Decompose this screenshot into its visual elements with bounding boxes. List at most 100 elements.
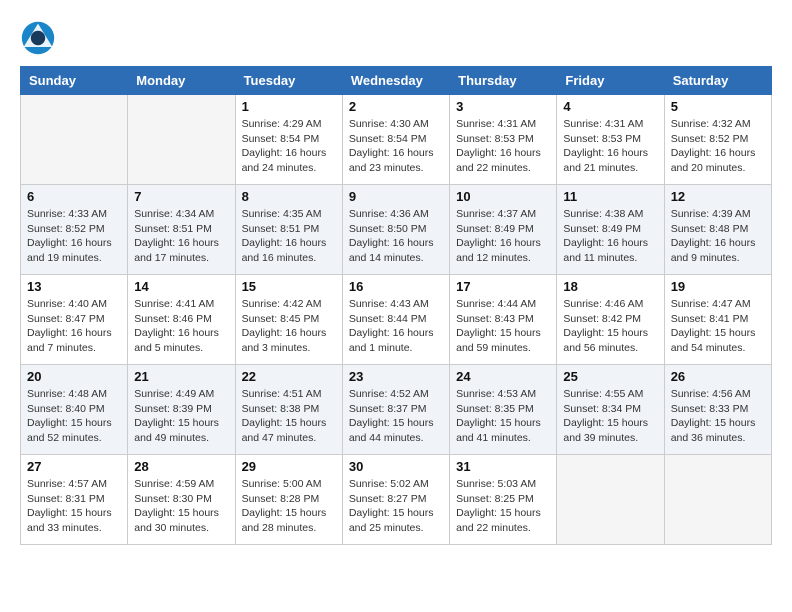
day-cell: 24 Sunrise: 4:53 AM Sunset: 8:35 PM Dayli…	[450, 365, 557, 455]
day-info: Sunrise: 4:41 AM Sunset: 8:46 PM Dayligh…	[134, 297, 228, 356]
day-number: 25	[563, 369, 657, 384]
day-info: Sunrise: 4:59 AM Sunset: 8:30 PM Dayligh…	[134, 477, 228, 536]
day-cell: 28 Sunrise: 4:59 AM Sunset: 8:30 PM Dayli…	[128, 455, 235, 545]
day-number: 29	[242, 459, 336, 474]
day-info: Sunrise: 4:46 AM Sunset: 8:42 PM Dayligh…	[563, 297, 657, 356]
weekday-header-monday: Monday	[128, 67, 235, 95]
day-cell: 27 Sunrise: 4:57 AM Sunset: 8:31 PM Dayli…	[21, 455, 128, 545]
day-info: Sunrise: 5:02 AM Sunset: 8:27 PM Dayligh…	[349, 477, 443, 536]
week-row-4: 20 Sunrise: 4:48 AM Sunset: 8:40 PM Dayli…	[21, 365, 772, 455]
day-cell: 31 Sunrise: 5:03 AM Sunset: 8:25 PM Dayli…	[450, 455, 557, 545]
day-info: Sunrise: 4:52 AM Sunset: 8:37 PM Dayligh…	[349, 387, 443, 446]
day-number: 13	[27, 279, 121, 294]
page-header	[20, 20, 772, 56]
week-row-1: 1Sunrise: 4:29 AM Sunset: 8:54 PM Daylig…	[21, 95, 772, 185]
day-number: 28	[134, 459, 228, 474]
day-number: 8	[242, 189, 336, 204]
day-info: Sunrise: 4:44 AM Sunset: 8:43 PM Dayligh…	[456, 297, 550, 356]
day-number: 3	[456, 99, 550, 114]
day-number: 17	[456, 279, 550, 294]
day-info: Sunrise: 4:47 AM Sunset: 8:41 PM Dayligh…	[671, 297, 765, 356]
day-cell: 22 Sunrise: 4:51 AM Sunset: 8:38 PM Dayli…	[235, 365, 342, 455]
day-number: 21	[134, 369, 228, 384]
day-info: Sunrise: 4:34 AM Sunset: 8:51 PM Dayligh…	[134, 207, 228, 266]
day-cell: 16 Sunrise: 4:43 AM Sunset: 8:44 PM Dayli…	[342, 275, 449, 365]
day-info: Sunrise: 4:39 AM Sunset: 8:48 PM Dayligh…	[671, 207, 765, 266]
day-cell: 12Sunrise: 4:39 AM Sunset: 8:48 PM Dayli…	[664, 185, 771, 275]
day-cell: 7 Sunrise: 4:34 AM Sunset: 8:51 PM Daylig…	[128, 185, 235, 275]
day-info: Sunrise: 4:53 AM Sunset: 8:35 PM Dayligh…	[456, 387, 550, 446]
day-cell: 6 Sunrise: 4:33 AM Sunset: 8:52 PM Daylig…	[21, 185, 128, 275]
day-info: Sunrise: 5:03 AM Sunset: 8:25 PM Dayligh…	[456, 477, 550, 536]
day-number: 4	[563, 99, 657, 114]
weekday-header-saturday: Saturday	[664, 67, 771, 95]
day-number: 5	[671, 99, 765, 114]
day-info: Sunrise: 4:32 AM Sunset: 8:52 PM Dayligh…	[671, 117, 765, 176]
week-row-2: 6 Sunrise: 4:33 AM Sunset: 8:52 PM Daylig…	[21, 185, 772, 275]
weekday-header-wednesday: Wednesday	[342, 67, 449, 95]
week-row-3: 13Sunrise: 4:40 AM Sunset: 8:47 PM Dayli…	[21, 275, 772, 365]
day-number: 6	[27, 189, 121, 204]
day-number: 27	[27, 459, 121, 474]
logo-icon	[20, 20, 56, 56]
calendar-table: SundayMondayTuesdayWednesdayThursdayFrid…	[20, 66, 772, 545]
day-number: 30	[349, 459, 443, 474]
day-number: 24	[456, 369, 550, 384]
day-info: Sunrise: 4:31 AM Sunset: 8:53 PM Dayligh…	[456, 117, 550, 176]
day-cell: 30 Sunrise: 5:02 AM Sunset: 8:27 PM Dayli…	[342, 455, 449, 545]
day-cell: 1Sunrise: 4:29 AM Sunset: 8:54 PM Daylig…	[235, 95, 342, 185]
day-cell: 3 Sunrise: 4:31 AM Sunset: 8:53 PM Daylig…	[450, 95, 557, 185]
day-cell: 11Sunrise: 4:38 AM Sunset: 8:49 PM Dayli…	[557, 185, 664, 275]
day-cell: 4 Sunrise: 4:31 AM Sunset: 8:53 PM Daylig…	[557, 95, 664, 185]
day-info: Sunrise: 4:43 AM Sunset: 8:44 PM Dayligh…	[349, 297, 443, 356]
day-number: 9	[349, 189, 443, 204]
day-number: 16	[349, 279, 443, 294]
day-info: Sunrise: 4:49 AM Sunset: 8:39 PM Dayligh…	[134, 387, 228, 446]
day-number: 2	[349, 99, 443, 114]
day-cell: 15 Sunrise: 4:42 AM Sunset: 8:45 PM Dayli…	[235, 275, 342, 365]
weekday-header-friday: Friday	[557, 67, 664, 95]
week-row-5: 27 Sunrise: 4:57 AM Sunset: 8:31 PM Dayli…	[21, 455, 772, 545]
day-cell: 10Sunrise: 4:37 AM Sunset: 8:49 PM Dayli…	[450, 185, 557, 275]
day-info: Sunrise: 4:30 AM Sunset: 8:54 PM Dayligh…	[349, 117, 443, 176]
day-cell	[664, 455, 771, 545]
weekday-header-sunday: Sunday	[21, 67, 128, 95]
day-cell: 25 Sunrise: 4:55 AM Sunset: 8:34 PM Dayli…	[557, 365, 664, 455]
day-number: 22	[242, 369, 336, 384]
day-cell: 21 Sunrise: 4:49 AM Sunset: 8:39 PM Dayli…	[128, 365, 235, 455]
day-cell: 9Sunrise: 4:36 AM Sunset: 8:50 PM Daylig…	[342, 185, 449, 275]
day-info: Sunrise: 4:38 AM Sunset: 8:49 PM Dayligh…	[563, 207, 657, 266]
day-info: Sunrise: 4:42 AM Sunset: 8:45 PM Dayligh…	[242, 297, 336, 356]
day-info: Sunrise: 4:48 AM Sunset: 8:40 PM Dayligh…	[27, 387, 121, 446]
weekday-header-thursday: Thursday	[450, 67, 557, 95]
day-number: 7	[134, 189, 228, 204]
day-cell	[557, 455, 664, 545]
day-cell: 26 Sunrise: 4:56 AM Sunset: 8:33 PM Dayli…	[664, 365, 771, 455]
day-number: 15	[242, 279, 336, 294]
day-number: 14	[134, 279, 228, 294]
day-number: 26	[671, 369, 765, 384]
day-info: Sunrise: 4:33 AM Sunset: 8:52 PM Dayligh…	[27, 207, 121, 266]
day-cell: 23 Sunrise: 4:52 AM Sunset: 8:37 PM Dayli…	[342, 365, 449, 455]
weekday-header-tuesday: Tuesday	[235, 67, 342, 95]
day-info: Sunrise: 4:31 AM Sunset: 8:53 PM Dayligh…	[563, 117, 657, 176]
day-cell: 8 Sunrise: 4:35 AM Sunset: 8:51 PM Daylig…	[235, 185, 342, 275]
day-cell: 13Sunrise: 4:40 AM Sunset: 8:47 PM Dayli…	[21, 275, 128, 365]
day-number: 31	[456, 459, 550, 474]
day-cell: 29Sunrise: 5:00 AM Sunset: 8:28 PM Dayli…	[235, 455, 342, 545]
day-cell: 20 Sunrise: 4:48 AM Sunset: 8:40 PM Dayli…	[21, 365, 128, 455]
day-number: 18	[563, 279, 657, 294]
day-number: 1	[242, 99, 336, 114]
day-number: 20	[27, 369, 121, 384]
day-cell: 18 Sunrise: 4:46 AM Sunset: 8:42 PM Dayli…	[557, 275, 664, 365]
day-info: Sunrise: 4:35 AM Sunset: 8:51 PM Dayligh…	[242, 207, 336, 266]
day-info: Sunrise: 4:57 AM Sunset: 8:31 PM Dayligh…	[27, 477, 121, 536]
day-info: Sunrise: 4:51 AM Sunset: 8:38 PM Dayligh…	[242, 387, 336, 446]
day-info: Sunrise: 4:56 AM Sunset: 8:33 PM Dayligh…	[671, 387, 765, 446]
day-cell	[128, 95, 235, 185]
day-number: 23	[349, 369, 443, 384]
day-cell: 17 Sunrise: 4:44 AM Sunset: 8:43 PM Dayli…	[450, 275, 557, 365]
day-cell: 14 Sunrise: 4:41 AM Sunset: 8:46 PM Dayli…	[128, 275, 235, 365]
day-info: Sunrise: 4:55 AM Sunset: 8:34 PM Dayligh…	[563, 387, 657, 446]
day-number: 19	[671, 279, 765, 294]
